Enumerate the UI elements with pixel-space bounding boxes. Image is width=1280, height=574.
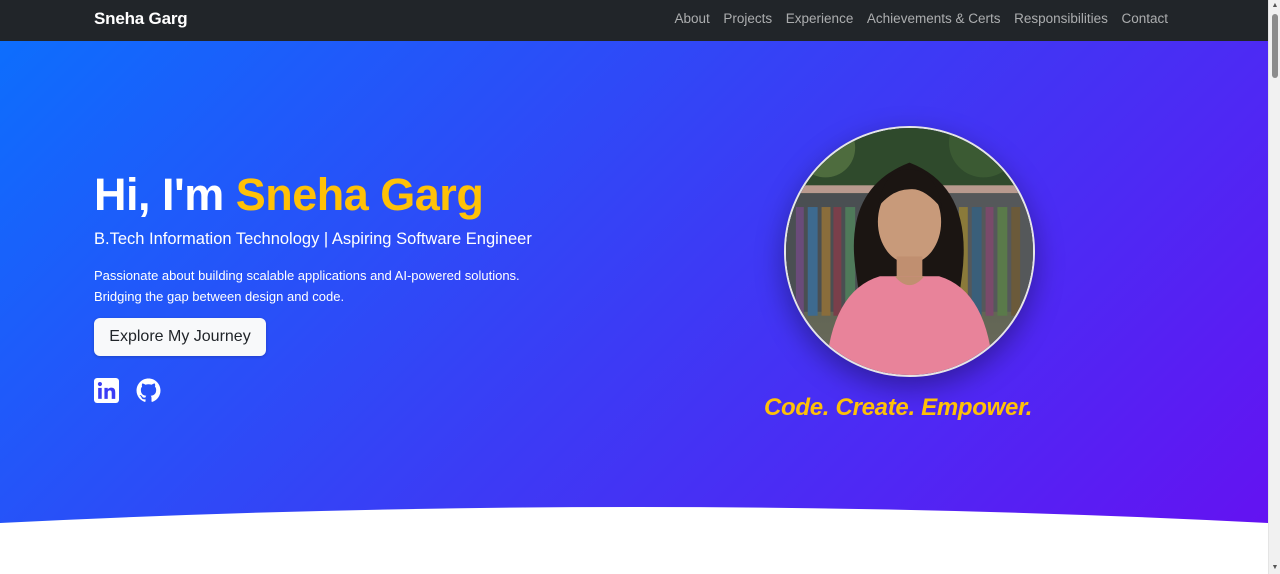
- hero-description: Passionate about building scalable appli…: [94, 265, 564, 307]
- hero-section: Hi, I'm Sneha Garg B.Tech Information Te…: [0, 41, 1268, 574]
- nav-link-about[interactable]: About: [668, 11, 717, 26]
- nav-link-contact[interactable]: Contact: [1115, 11, 1168, 26]
- nav-link-projects[interactable]: Projects: [717, 11, 779, 26]
- scrollbar-thumb[interactable]: [1272, 14, 1278, 78]
- brand-link[interactable]: Sneha Garg: [94, 9, 188, 29]
- hero-description-line1: Passionate about building scalable appli…: [94, 268, 520, 283]
- page-scrollbar[interactable]: ▲ ▼: [1268, 0, 1280, 574]
- github-icon[interactable]: [136, 378, 161, 403]
- nav-link-responsibilities[interactable]: Responsibilities: [1007, 11, 1114, 26]
- nav-link-achievements[interactable]: Achievements & Certs: [860, 11, 1007, 26]
- linkedin-icon[interactable]: [94, 378, 119, 403]
- hero-description-line2: Bridging the gap between design and code…: [94, 289, 345, 304]
- explore-journey-button[interactable]: Explore My Journey: [94, 318, 266, 356]
- profile-photo: [784, 126, 1035, 377]
- scroll-down-icon[interactable]: ▼: [1269, 562, 1280, 574]
- hero-name: Sneha Garg: [235, 169, 484, 220]
- hero-wave-divider: [0, 507, 1268, 574]
- nav-link-experience[interactable]: Experience: [779, 11, 860, 26]
- social-links: [94, 378, 161, 403]
- hero-subtitle: B.Tech Information Technology | Aspiring…: [94, 230, 532, 248]
- hero-tagline: Code. Create. Empower.: [764, 394, 1033, 421]
- scroll-up-icon[interactable]: ▲: [1269, 0, 1280, 12]
- nav-links: About Projects Experience Achievements &…: [668, 11, 1168, 26]
- hero-title: Hi, I'm Sneha Garg: [94, 169, 484, 221]
- hero-greeting: Hi, I'm: [94, 169, 236, 220]
- navbar: Sneha Garg About Projects Experience Ach…: [0, 0, 1268, 41]
